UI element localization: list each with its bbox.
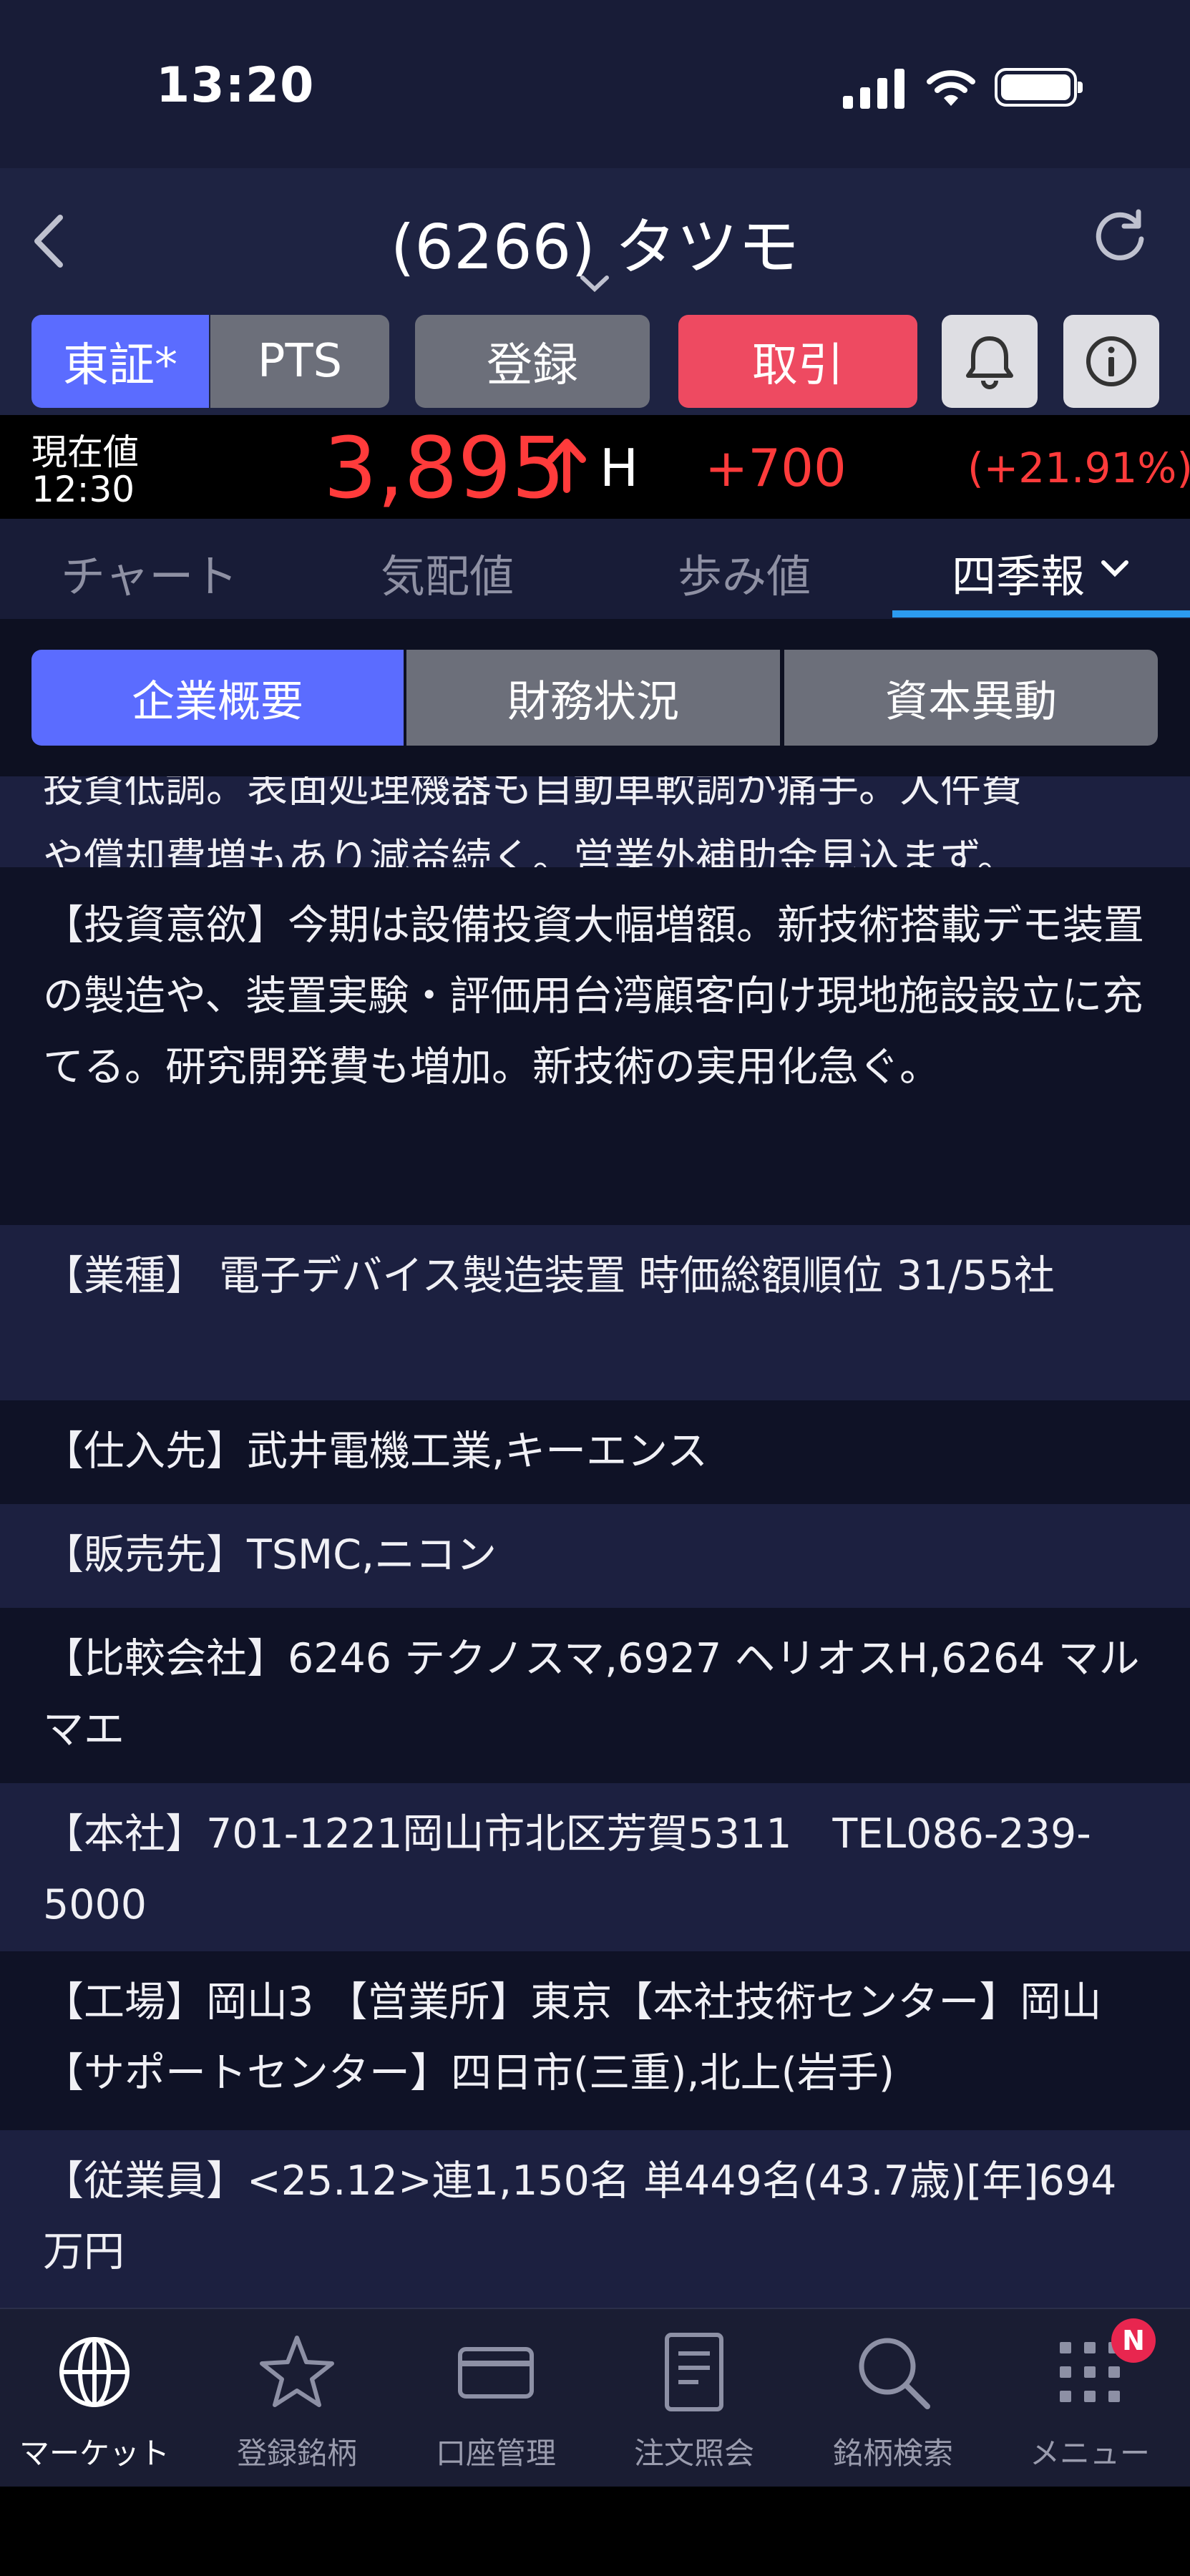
tab-shikiho[interactable]: 四季報 bbox=[952, 540, 1085, 605]
text-block: 【本社】701-1221岡山市北区芳賀5311 TEL086-239-5000 bbox=[0, 1783, 1190, 1951]
tab-quote[interactable]: 気配値 bbox=[381, 540, 514, 605]
current-price: 3,895 bbox=[323, 419, 565, 517]
text-block: 【販売先】TSMC,ニコン bbox=[0, 1504, 1190, 1608]
price-label: 現在値 bbox=[31, 431, 139, 473]
globe-icon bbox=[59, 2337, 130, 2407]
price-change: +700 bbox=[705, 438, 847, 498]
sub-tab-overview[interactable]: 企業概要 bbox=[31, 650, 404, 746]
info-icon bbox=[1086, 336, 1136, 386]
star-icon bbox=[260, 2336, 334, 2407]
text-block: 【比較会社】6246 テクノスマ,6927 ヘリオスH,6264 マルマエ bbox=[0, 1608, 1190, 1783]
text-line: 投資低調。表面処理機器も自動車軟調が痛手。人件費 bbox=[43, 776, 1022, 811]
trade-button[interactable]: 取引 bbox=[678, 315, 917, 408]
wifi-icon bbox=[927, 70, 975, 106]
high-marker: H bbox=[600, 438, 639, 498]
sub-tab-financials[interactable]: 財務状況 bbox=[406, 650, 780, 746]
battery-icon bbox=[995, 68, 1083, 107]
active-tab-indicator bbox=[892, 610, 1190, 618]
home-indicator-area bbox=[0, 2487, 1190, 2576]
sub-tab-capital[interactable]: 資本異動 bbox=[784, 650, 1158, 746]
arrow-up-icon bbox=[547, 439, 586, 493]
text-block: 【業種】 電子デバイス製造装置 時価総額順位 31/55社 bbox=[0, 1225, 1190, 1400]
register-button[interactable]: 登録 bbox=[415, 315, 650, 408]
cellular-signal-icon bbox=[843, 69, 904, 109]
bottom-nav-market[interactable]: マーケット bbox=[1, 2329, 187, 2473]
bottom-nav-label: 口座管理 bbox=[435, 2436, 556, 2471]
card-icon bbox=[458, 2347, 534, 2399]
market-pts-button[interactable]: PTS bbox=[210, 315, 389, 408]
bell-icon bbox=[966, 336, 1013, 389]
chevron-down-icon[interactable] bbox=[1099, 558, 1131, 580]
bottom-nav-menu[interactable]: メニュー bbox=[997, 2329, 1183, 2473]
tab-trades[interactable]: 歩み値 bbox=[678, 540, 811, 605]
text-block: 投資低調。表面処理機器も自動車軟調が痛手。人件費 や償却費増もあり減益続く。営業… bbox=[0, 776, 1190, 882]
market-tosho-button[interactable]: 東証* bbox=[31, 315, 209, 408]
bottom-nav-label: 注文照会 bbox=[633, 2436, 754, 2471]
bottom-nav-orders[interactable]: 注文照会 bbox=[601, 2329, 787, 2473]
company-overview: 投資低調。表面処理機器も自動車軟調が痛手。人件費 や償却費増もあり減益続く。営業… bbox=[0, 776, 1190, 2308]
price-time: 12:30 bbox=[31, 469, 135, 510]
status-time: 13:20 bbox=[156, 57, 315, 114]
price-change-percent: (+21.91%) bbox=[967, 444, 1190, 492]
chevron-down-icon[interactable] bbox=[578, 273, 611, 295]
bottom-nav-label: メニュー bbox=[1029, 2436, 1150, 2471]
search-icon bbox=[859, 2338, 930, 2409]
text-block: 【仕入先】武井電機工業,キーエンス bbox=[0, 1400, 1190, 1504]
alert-button[interactable] bbox=[942, 315, 1038, 408]
text-block: 【工場】岡山3 【営業所】東京【本社技術センター】岡山【サポートセンター】四日市… bbox=[0, 1951, 1190, 2130]
text-block: 【投資意欲】今期は設備投資大幅増額。新技術搭載デモ装置の製造や、装置実験・評価用… bbox=[0, 867, 1190, 1225]
info-button[interactable] bbox=[1063, 315, 1159, 408]
document-icon bbox=[665, 2333, 723, 2411]
bottom-nav-label: 銘柄検索 bbox=[832, 2436, 953, 2471]
bottom-nav-account[interactable]: 口座管理 bbox=[403, 2329, 589, 2473]
bottom-nav-label: マーケット bbox=[19, 2436, 170, 2471]
bottom-nav-watchlist[interactable]: 登録銘柄 bbox=[204, 2329, 390, 2473]
refresh-icon[interactable] bbox=[1091, 208, 1148, 265]
bottom-nav-label: 登録銘柄 bbox=[236, 2436, 357, 2471]
text-block: 【従業員】<25.12>連1,150名 単449名(43.7歳)[年]694万円 bbox=[0, 2130, 1190, 2308]
tab-chart[interactable]: チャート bbox=[61, 540, 238, 605]
bottom-nav-search[interactable]: 銘柄検索 bbox=[800, 2329, 986, 2473]
notification-badge: N bbox=[1111, 2318, 1156, 2363]
